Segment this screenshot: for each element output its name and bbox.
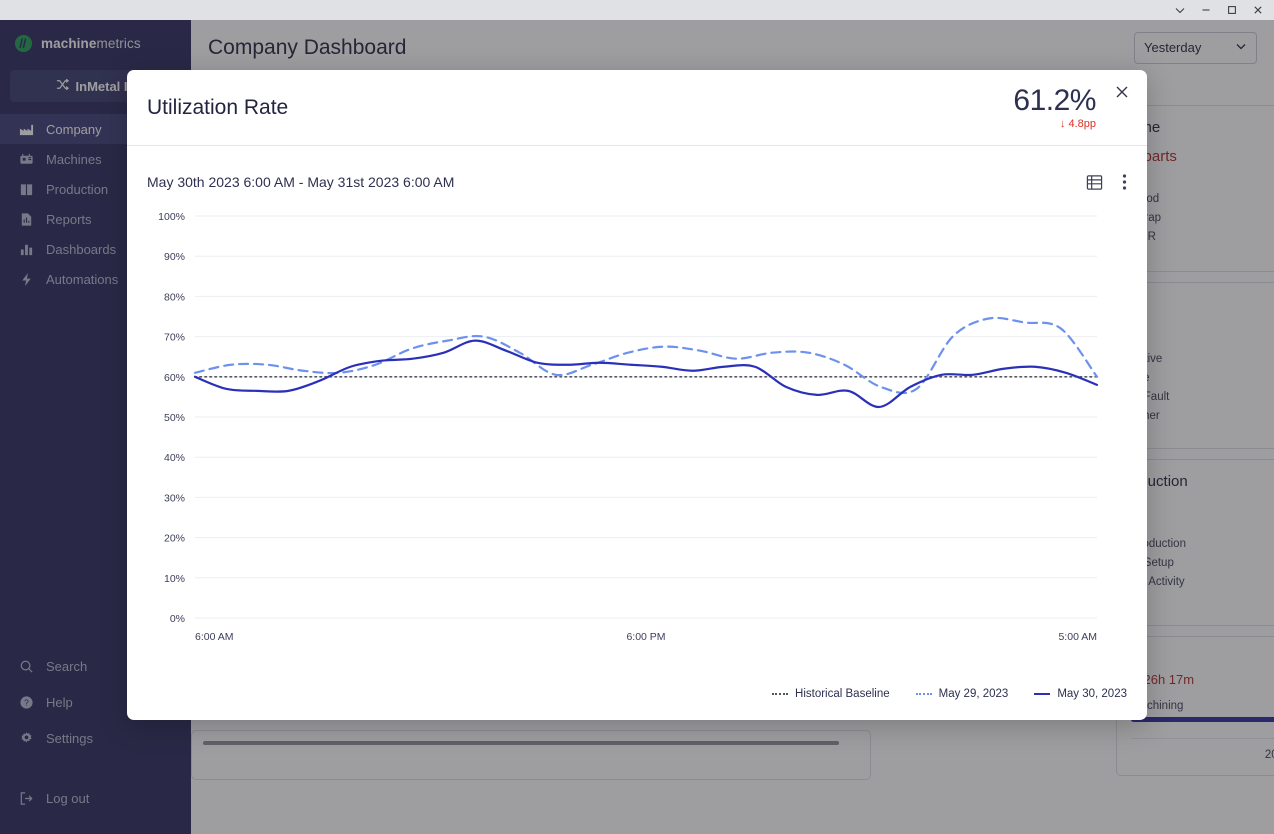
svg-text:20%: 20%: [164, 533, 185, 545]
legend-item-baseline[interactable]: Historical Baseline: [772, 688, 890, 700]
legend-label: May 30, 2023: [1057, 688, 1127, 700]
metric-value: 61.2%: [1013, 83, 1096, 117]
legend-label: May 29, 2023: [938, 688, 1009, 700]
legend-swatch-may30: [1034, 693, 1051, 695]
legend-item-may29[interactable]: May 29, 2023: [915, 688, 1009, 700]
svg-text:0%: 0%: [170, 613, 185, 625]
svg-text:90%: 90%: [164, 251, 185, 263]
table-view-icon[interactable]: [1086, 174, 1103, 191]
svg-text:60%: 60%: [164, 372, 185, 384]
chart-date-range: May 30th 2023 6:00 AM - May 31st 2023 6:…: [147, 174, 455, 190]
modal-header: Utilization Rate 61.2% ↓ 4.8pp: [127, 70, 1147, 146]
legend-item-may30[interactable]: May 30, 2023: [1034, 688, 1127, 700]
modal-title: Utilization Rate: [147, 95, 289, 119]
svg-text:50%: 50%: [164, 412, 185, 424]
svg-text:100%: 100%: [158, 211, 185, 223]
svg-text:80%: 80%: [164, 291, 185, 303]
metric-summary: 61.2% ↓ 4.8pp: [1013, 85, 1096, 131]
chevron-down-icon[interactable]: [1174, 4, 1186, 16]
svg-text:6:00 AM: 6:00 AM: [195, 631, 234, 643]
more-options-icon[interactable]: [1122, 173, 1127, 191]
metric-delta: ↓ 4.8pp: [1060, 118, 1096, 130]
legend-swatch-may29: [915, 693, 932, 695]
app-root: machinemetrics InMetal In Company Machin…: [0, 0, 1274, 834]
svg-text:70%: 70%: [164, 332, 185, 344]
svg-text:5:00 AM: 5:00 AM: [1058, 631, 1097, 643]
svg-text:6:00 PM: 6:00 PM: [626, 631, 665, 643]
chart-toolbar: May 30th 2023 6:00 AM - May 31st 2023 6:…: [127, 158, 1147, 206]
utilization-chart: 0% 10% 20% 30% 40% 50% 60% 70% 80% 90% 100% 6:00 AM…: [147, 206, 1127, 686]
chart-toolbar-actions: [1086, 173, 1127, 191]
legend-label: Historical Baseline: [795, 688, 890, 700]
svg-text:40%: 40%: [164, 452, 185, 464]
utilization-rate-modal: Utilization Rate 61.2% ↓ 4.8pp May 30th …: [127, 70, 1147, 720]
chart-svg: 0% 10% 20% 30% 40% 50% 60% 70% 80% 90% 100% 6:00 AM…: [158, 211, 1099, 643]
window-titlebar: [0, 0, 1274, 20]
metric-delta-value: 4.8pp: [1068, 118, 1096, 131]
close-modal-button[interactable]: [1112, 82, 1132, 102]
svg-text:10%: 10%: [164, 573, 185, 585]
minimize-icon[interactable]: [1200, 4, 1212, 16]
legend-swatch-baseline: [772, 693, 789, 695]
maximize-icon[interactable]: [1226, 4, 1238, 16]
close-icon[interactable]: [1252, 4, 1264, 16]
chart-legend: Historical Baseline May 29, 2023 May 30,…: [127, 688, 1147, 700]
svg-text:30%: 30%: [164, 492, 185, 504]
arrow-down-icon: ↓: [1059, 118, 1066, 131]
